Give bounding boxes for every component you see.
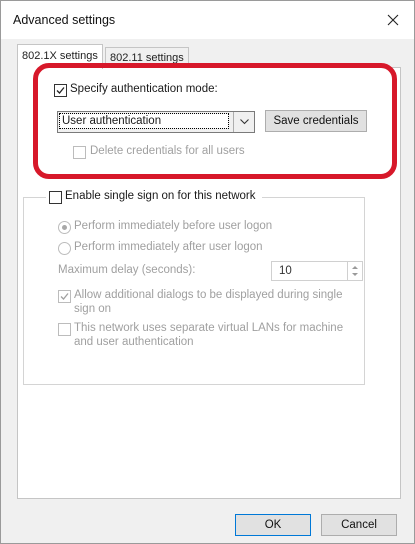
- allow-dialogs-label-line1: Allow additional dialogs to be displayed…: [74, 289, 343, 301]
- enable-sso-label: Enable single sign on for this network: [65, 190, 256, 202]
- ok-button[interactable]: OK: [235, 514, 311, 536]
- allow-dialogs-checkbox[interactable]: [58, 290, 71, 303]
- save-credentials-button[interactable]: Save credentials: [265, 110, 367, 132]
- after-logon-label: Perform immediately after user logon: [74, 241, 263, 253]
- radio-selected-dot: [62, 225, 67, 230]
- dialog-client-area: 802.1X settings 802.11 settings Specify …: [1, 39, 414, 543]
- separate-vlan-label-line1: This network uses separate virtual LANs …: [74, 322, 344, 334]
- before-logon-radio[interactable]: [58, 221, 71, 234]
- delete-credentials-checkbox[interactable]: [73, 146, 86, 159]
- tab-8021x-settings[interactable]: 802.1X settings: [17, 44, 103, 69]
- max-delay-value: 10: [279, 265, 292, 277]
- spinner-arrows-icon: [352, 266, 358, 276]
- spinner-buttons[interactable]: [347, 262, 362, 280]
- checkmark-icon: [60, 293, 69, 300]
- enable-sso-checkbox[interactable]: [49, 191, 62, 204]
- delete-credentials-label: Delete credentials for all users: [90, 145, 245, 157]
- chevron-down-icon: [239, 119, 249, 125]
- title-bar: Advanced settings: [1, 1, 414, 39]
- separate-vlan-label-line2: and user authentication: [74, 336, 194, 348]
- allow-dialogs-label-line2: sign on: [74, 303, 112, 315]
- specify-auth-mode-checkbox[interactable]: [54, 84, 67, 97]
- separate-vlan-checkbox[interactable]: [58, 323, 71, 336]
- advanced-settings-dialog: Advanced settings 802.1X settings 802.11…: [0, 0, 415, 544]
- auth-mode-select[interactable]: User authentication: [57, 111, 255, 133]
- max-delay-label: Maximum delay (seconds):: [58, 264, 196, 276]
- close-icon: [387, 14, 399, 26]
- before-logon-label: Perform immediately before user logon: [74, 220, 273, 232]
- specify-auth-mode-label: Specify authentication mode:: [70, 83, 218, 95]
- after-logon-radio[interactable]: [58, 242, 71, 255]
- tab-80211-settings[interactable]: 802.11 settings: [105, 47, 189, 68]
- auth-mode-value: User authentication: [59, 113, 229, 129]
- max-delay-spinner[interactable]: 10: [271, 261, 363, 281]
- checkmark-icon: [56, 87, 65, 94]
- window-title: Advanced settings: [13, 13, 116, 27]
- close-button[interactable]: [378, 5, 408, 35]
- cancel-button[interactable]: Cancel: [321, 514, 397, 536]
- dropdown-arrow[interactable]: [233, 112, 254, 132]
